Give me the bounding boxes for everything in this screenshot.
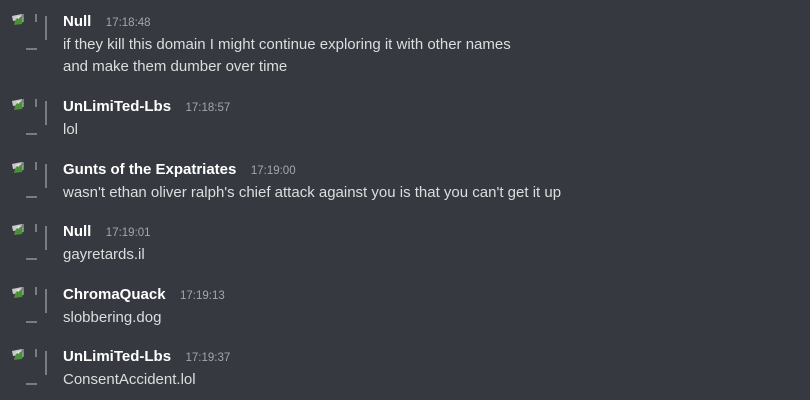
- broken-image-avatar-icon[interactable]: [10, 97, 48, 135]
- message-header: Null 17:18:48: [63, 12, 151, 32]
- message-header: Gunts of the Expatriates 17:19:00: [63, 160, 296, 180]
- message-line: slobbering.dog: [63, 309, 162, 326]
- message-content: gayretards.il: [63, 244, 145, 266]
- message-content: if they kill this domain I might continu…: [63, 34, 511, 78]
- message-header: Null 17:19:01: [63, 222, 151, 242]
- timestamp[interactable]: 17:19:37: [186, 352, 231, 364]
- username[interactable]: Null: [63, 13, 91, 30]
- username[interactable]: UnLimiTed-Lbs: [63, 98, 171, 115]
- broken-image-avatar-icon[interactable]: [10, 222, 48, 260]
- message-line: lol: [63, 121, 79, 138]
- message-content: lol: [63, 119, 78, 141]
- message-header: UnLimiTed-Lbs 17:19:37: [63, 347, 230, 367]
- message-header: UnLimiTed-Lbs 17:18:57: [63, 97, 230, 117]
- timestamp[interactable]: 17:19:13: [180, 290, 225, 302]
- message-content: wasn't ethan oliver ralph's chief attack…: [63, 182, 561, 204]
- username[interactable]: Null: [63, 223, 91, 240]
- timestamp[interactable]: 17:19:00: [251, 165, 296, 177]
- message-line: gayretards.il: [63, 246, 145, 263]
- username[interactable]: Gunts of the Expatriates: [63, 161, 236, 178]
- broken-image-avatar-icon[interactable]: [10, 12, 48, 50]
- message-line: if they kill this domain I might continu…: [63, 36, 511, 53]
- message-content: ConsentAccident.lol: [63, 369, 196, 391]
- username[interactable]: ChromaQuack: [63, 286, 166, 303]
- chat-log: Null 17:18:48 if they kill this domain I…: [0, 0, 810, 400]
- message-line: and make them dumber over time: [63, 58, 288, 75]
- broken-image-avatar-icon[interactable]: [10, 160, 48, 198]
- timestamp[interactable]: 17:18:48: [106, 17, 151, 29]
- timestamp[interactable]: 17:18:57: [186, 102, 231, 114]
- message-header: ChromaQuack 17:19:13: [63, 285, 225, 305]
- message-line: ConsentAccident.lol: [63, 371, 196, 388]
- username[interactable]: UnLimiTed-Lbs: [63, 348, 171, 365]
- broken-image-avatar-icon[interactable]: [10, 347, 48, 385]
- broken-image-avatar-icon[interactable]: [10, 285, 48, 323]
- timestamp[interactable]: 17:19:01: [106, 227, 151, 239]
- message-line: wasn't ethan oliver ralph's chief attack…: [63, 184, 562, 201]
- message-content: slobbering.dog: [63, 307, 161, 329]
